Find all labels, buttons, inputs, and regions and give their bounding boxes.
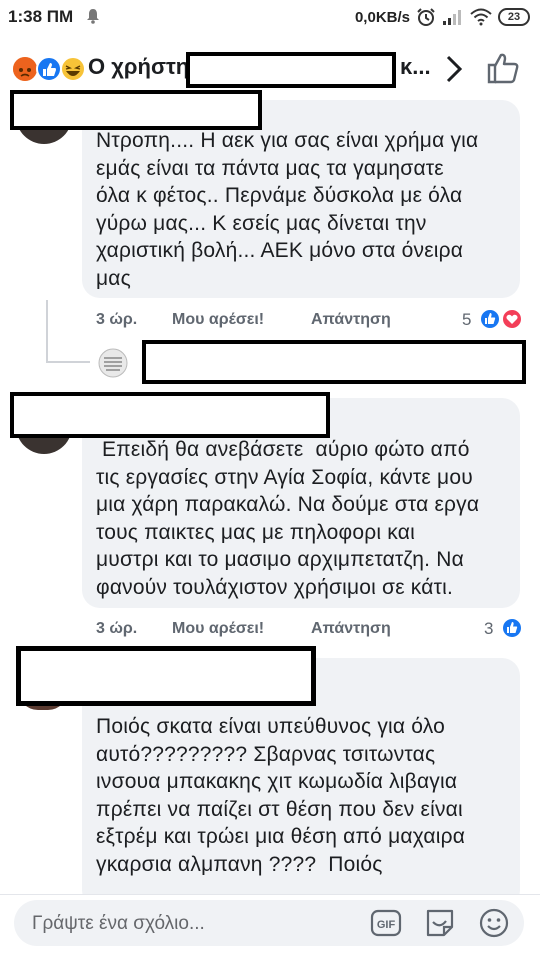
redacted-name-box xyxy=(186,52,396,88)
gif-label: GIF xyxy=(377,919,396,931)
post-author-title-tail: κ... xyxy=(400,54,431,79)
redacted-name-box xyxy=(10,90,262,130)
comment-text: Επειδή θα ανεβάσετε αύριο φώτο από τις ε… xyxy=(96,438,480,599)
like-comment-link[interactable]: Μου αρέσει! xyxy=(172,620,264,638)
comment-text: Ποιός σκατα είναι υπεύθυνος για όλο αυτό… xyxy=(96,715,466,876)
chevron-right-icon[interactable] xyxy=(442,54,466,84)
comment-composer: Γράψτε ένα σχόλιο... GIF xyxy=(0,894,540,960)
reply-author-avatar[interactable] xyxy=(98,348,128,378)
angry-reaction-icon xyxy=(13,57,37,81)
gif-icon[interactable]: GIF xyxy=(370,907,402,939)
status-bar: 1:38 ΠΜ 0,0KB/s 23 xyxy=(0,0,540,34)
sticker-icon[interactable] xyxy=(424,907,456,939)
network-speed: 0,0KB/s xyxy=(354,8,410,26)
haha-reaction-icon xyxy=(60,56,86,82)
redacted-name-box xyxy=(10,392,330,438)
like-comment-link[interactable]: Μου αρέσει! xyxy=(172,311,264,329)
reaction-count[interactable]: 5 xyxy=(462,310,471,330)
thumbs-up-icon[interactable] xyxy=(486,51,520,85)
reply-comment-link[interactable]: Απάντηση xyxy=(311,311,391,329)
like-reaction-icon xyxy=(480,309,500,329)
comment-timestamp: 3 ώρ. xyxy=(96,620,138,637)
wifi-icon xyxy=(470,8,492,26)
comment-input[interactable]: Γράψτε ένα σχόλιο... GIF xyxy=(14,900,524,946)
love-reaction-icon xyxy=(502,309,522,329)
like-reaction-icon xyxy=(36,56,62,82)
reaction-summary-icons[interactable] xyxy=(12,56,86,82)
signal-icon xyxy=(443,10,461,25)
reply-thread-line xyxy=(46,361,90,363)
redacted-reply-box xyxy=(142,340,526,384)
reply-thread-line xyxy=(46,300,48,362)
redacted-name-box xyxy=(16,646,316,706)
emoji-icon[interactable] xyxy=(478,907,510,939)
notification-bell-icon xyxy=(87,9,99,24)
battery-indicator: 23 xyxy=(498,8,530,26)
reaction-count[interactable]: 3 xyxy=(484,619,493,639)
status-time: 1:38 ΠΜ xyxy=(8,7,74,26)
reply-comment-link[interactable]: Απάντηση xyxy=(311,620,391,638)
status-right-group: 0,0KB/s 23 xyxy=(355,6,530,28)
comment-timestamp: 3 ώρ. xyxy=(96,311,138,328)
comment-text: Ντροπη.... Η αεκ για σας είναι χρήμα για… xyxy=(96,129,479,290)
like-reaction-icon xyxy=(502,618,522,638)
alarm-icon xyxy=(417,8,435,26)
comment-input-placeholder: Γράψτε ένα σχόλιο... xyxy=(32,913,205,934)
